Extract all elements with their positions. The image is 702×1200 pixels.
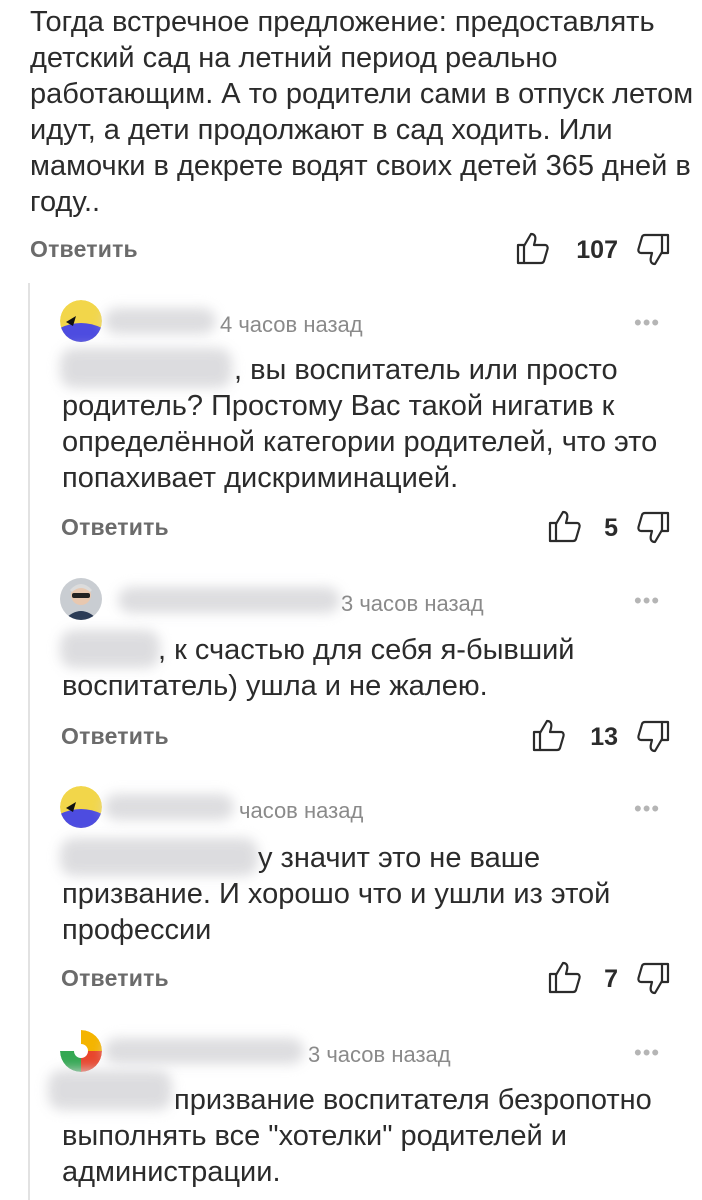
comment-time: часов назад (239, 798, 364, 823)
thumb-down-icon[interactable] (636, 961, 672, 997)
thumb-down-icon[interactable] (636, 232, 672, 268)
like-count: 107 (576, 236, 618, 264)
comment-time: 3 часов назад (341, 591, 484, 616)
thumb-up-icon[interactable] (514, 230, 550, 266)
reply-text: , к счастью для себя я-бывший воспитател… (62, 634, 575, 702)
more-options-button[interactable]: ••• (634, 796, 660, 822)
photo-avatar-icon[interactable] (60, 578, 102, 620)
like-count: 13 (590, 723, 618, 751)
more-options-button[interactable]: ••• (634, 310, 660, 336)
like-count: 5 (604, 514, 618, 542)
like-count: 7 (604, 965, 618, 993)
thumb-down-icon[interactable] (636, 719, 672, 755)
thumb-down-icon[interactable] (636, 510, 672, 546)
reply-button[interactable]: Ответить (61, 965, 169, 992)
blurred-author-name (118, 587, 340, 613)
reply-text: у значит это не ваше призвание. И хорошо… (62, 842, 611, 946)
blurred-author-name (104, 1038, 304, 1064)
reply-text: призвание воспитателя безропотно выполня… (62, 1084, 652, 1188)
top-comment-text: Тогда встречное предложение: предоставля… (30, 6, 694, 218)
reply-button[interactable]: Ответить (30, 236, 138, 263)
blurred-author-name (104, 308, 216, 334)
thumb-up-icon[interactable] (546, 959, 582, 995)
more-options-button[interactable]: ••• (634, 588, 660, 614)
reply-text: , вы воспитатель или просто родитель? Пр… (62, 354, 658, 494)
comment-time: 4 часов назад (220, 312, 363, 337)
thread-line (28, 283, 30, 1200)
reply-button[interactable]: Ответить (61, 514, 169, 541)
yellow-blue-avatar-icon[interactable] (60, 786, 102, 828)
more-options-button[interactable]: ••• (634, 1040, 660, 1066)
multicolor-avatar-icon[interactable] (60, 1030, 102, 1072)
comment-time: 3 часов назад (308, 1042, 451, 1067)
reply-button[interactable]: Ответить (61, 723, 169, 750)
thumb-up-icon[interactable] (546, 508, 582, 544)
yellow-blue-avatar-icon[interactable] (60, 300, 102, 342)
blurred-author-name (104, 794, 234, 820)
thumb-up-icon[interactable] (530, 717, 566, 753)
